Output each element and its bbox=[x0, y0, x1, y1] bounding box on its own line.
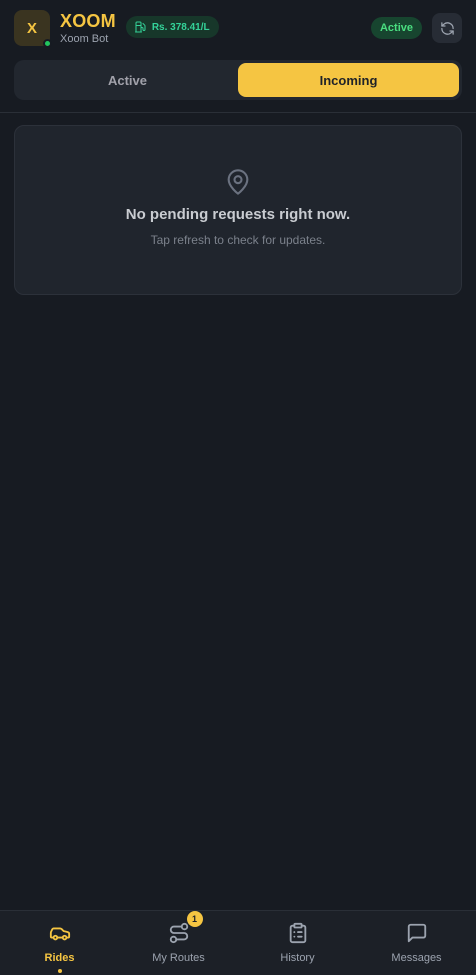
nav-label-history: History bbox=[280, 952, 315, 964]
ride-tabs: Active Incoming bbox=[14, 60, 462, 100]
top-header: X XOOM Xoom Bot Rs. 378.41/L Active bbox=[0, 0, 476, 56]
avatar-letter: X bbox=[26, 19, 37, 37]
tab-incoming[interactable]: Incoming bbox=[238, 63, 459, 97]
fuel-pump-icon bbox=[134, 21, 146, 33]
nav-label-my-routes: My Routes bbox=[152, 952, 205, 964]
app-root: X XOOM Xoom Bot Rs. 378.41/L Active Acti… bbox=[0, 0, 476, 975]
nav-item-rides[interactable]: Rides bbox=[0, 911, 119, 975]
active-indicator-dot bbox=[57, 969, 62, 973]
brand: XOOM Xoom Bot bbox=[60, 11, 116, 46]
empty-state-subtitle: Tap refresh to check for updates. bbox=[150, 233, 326, 247]
nav-label-messages: Messages bbox=[391, 952, 442, 964]
map-pin-icon bbox=[227, 169, 249, 195]
fuel-price-badge: Rs. 378.41/L bbox=[125, 16, 219, 38]
routes-count-badge: 1 bbox=[186, 911, 203, 927]
empty-state-title: No pending requests right now. bbox=[125, 206, 351, 223]
refresh-button[interactable] bbox=[432, 13, 462, 43]
brand-subtitle: Xoom Bot bbox=[60, 32, 109, 45]
online-status-dot bbox=[43, 39, 52, 48]
empty-state-card: No pending requests right now. Tap refre… bbox=[14, 125, 462, 295]
header-divider bbox=[0, 112, 476, 113]
nav-item-messages[interactable]: Messages bbox=[357, 911, 476, 975]
refresh-icon bbox=[440, 21, 454, 35]
clipboard-icon bbox=[286, 921, 310, 945]
nav-item-my-routes[interactable]: 1 My Routes bbox=[119, 911, 238, 975]
status-badge: Active bbox=[370, 17, 422, 39]
fuel-price-text: Rs. 378.41/L bbox=[151, 21, 210, 33]
brand-title: XOOM bbox=[60, 10, 116, 31]
nav-label-rides: Rides bbox=[44, 952, 75, 964]
nav-item-history[interactable]: History bbox=[238, 911, 357, 975]
route-icon: 1 bbox=[167, 911, 203, 945]
avatar[interactable]: X bbox=[14, 10, 52, 48]
message-icon bbox=[405, 921, 429, 945]
car-icon bbox=[48, 921, 72, 945]
tab-active[interactable]: Active bbox=[17, 63, 238, 97]
bottom-nav: Rides 1 My Routes History Messages bbox=[0, 910, 476, 975]
